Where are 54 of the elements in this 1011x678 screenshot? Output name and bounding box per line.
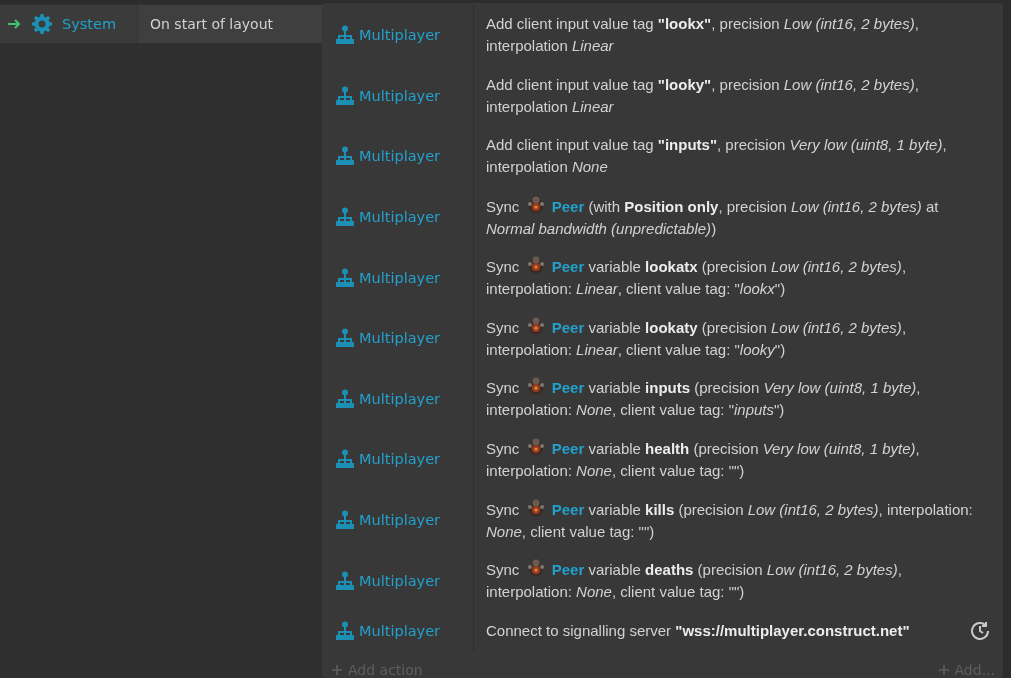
plus-icon [332, 665, 342, 675]
sprite-icon [525, 376, 546, 397]
sprite-icon [525, 194, 546, 215]
gear-icon [32, 14, 52, 34]
object-name: Multiplayer [359, 87, 441, 104]
object-name[interactable]: Peer [551, 197, 585, 215]
object-name: Multiplayer [359, 209, 441, 226]
plus-icon [938, 665, 949, 675]
object-name: Multiplayer [359, 451, 441, 468]
network-icon [335, 510, 355, 531]
network-icon [335, 621, 355, 642]
arrow-icon [8, 19, 22, 29]
network-icon [335, 449, 355, 470]
event-row[interactable]: System On start of layout [0, 5, 322, 43]
object-name[interactable]: Peer [551, 500, 585, 518]
object-name: Multiplayer [359, 390, 441, 407]
object-name: Multiplayer [359, 27, 441, 44]
network-icon [335, 146, 355, 167]
object-name: Multiplayer [359, 623, 441, 640]
action-text: Sync Peer variable lookatx (precision Low (int16, 2 bytes), interpolation: Linear, client value tag: "lookx") [486, 255, 991, 301]
object-name: Multiplayer [359, 572, 441, 589]
action-text: Sync Peer variable deaths (precision Low (int16, 2 bytes), interpolation: None, client value tag: "") [486, 558, 991, 604]
network-icon [335, 328, 355, 349]
sprite-icon [525, 497, 546, 518]
action-text: Sync Peer variable health (precision Very low (uint8, 1 byte), interpolation: None, client value tag: "") [486, 436, 991, 482]
object-name[interactable]: Peer [551, 318, 585, 336]
network-icon [335, 388, 355, 409]
action-text: Connect to signalling server "wss://multiplayer.construct.net" [486, 621, 911, 642]
sprite-icon [525, 436, 546, 457]
network-icon [335, 207, 355, 228]
action-text: Add client input value tag "inputs", precision Very low (uint8, 1 byte), interpolation None [486, 135, 948, 178]
object-name: Multiplayer [359, 148, 441, 165]
object-name: Multiplayer [359, 512, 441, 529]
action-text: Add client input value tag "lookx", precision Low (int16, 2 bytes), interpolation Linear [486, 14, 920, 57]
condition-text: On start of layout [150, 16, 274, 32]
network-icon [335, 570, 355, 591]
action-text: Sync Peer variable kills (precision Low (int16, 2 bytes), interpolation: None, client value tag: "") [486, 497, 991, 543]
sprite-icon [525, 255, 546, 276]
action-text: Sync Peer variable inputs (precision Very low (uint8, 1 byte), interpolation: None, client value tag: "inputs") [486, 376, 991, 422]
object-name[interactable]: Peer [551, 258, 585, 276]
network-icon [335, 85, 355, 106]
object-name: Multiplayer [359, 269, 441, 286]
network-icon [335, 25, 355, 46]
action-text: Add client input value tag "looky", precision Low (int16, 2 bytes), interpolation Linear [486, 74, 920, 117]
object-name[interactable]: Peer [551, 439, 585, 457]
sprite-icon [525, 315, 546, 336]
network-icon [335, 267, 355, 288]
object-name[interactable]: Peer [551, 561, 585, 579]
sprite-icon [525, 558, 546, 579]
action-text: Sync Peer (with Position only, precision Low (int16, 2 bytes) at Normal bandwidth (unpredictable)) [486, 194, 991, 240]
action-text: Sync Peer variable lookaty (precision Low (int16, 2 bytes), interpolation: Linear, client value tag: "looky") [486, 315, 991, 361]
object-name[interactable]: Peer [551, 379, 585, 397]
object-name: Multiplayer [359, 330, 441, 347]
object-name: System [62, 16, 117, 32]
